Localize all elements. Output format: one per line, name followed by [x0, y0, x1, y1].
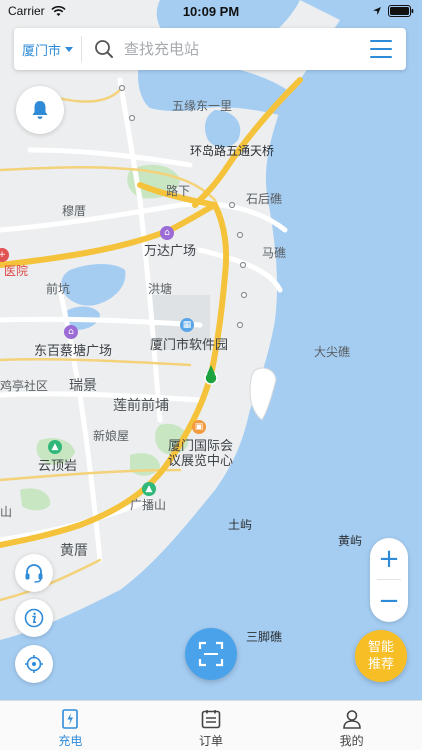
zoom-control: + −	[370, 538, 408, 622]
search-input[interactable]	[124, 40, 355, 58]
map-label-wanda: 万达广场	[144, 244, 197, 259]
tab-profile[interactable]: 我的	[281, 701, 422, 750]
headset-icon	[25, 564, 43, 583]
charging-icon	[62, 709, 79, 729]
wifi-icon	[51, 5, 66, 16]
map-label-shan: 山	[0, 505, 13, 519]
bell-icon	[32, 101, 48, 119]
location-arrow-icon	[373, 7, 381, 15]
map-label-tingshe: 鸡亭社区	[0, 379, 49, 393]
map-label-convention-2: 议展览中心	[168, 454, 234, 469]
carrier-label: Carrier	[8, 4, 45, 18]
map-label-bridge: 环岛路五通天桥	[190, 144, 275, 158]
search-bar: 厦门市	[14, 28, 406, 70]
customer-service-button[interactable]	[15, 554, 53, 592]
battery-icon	[388, 5, 414, 17]
crosshair-icon	[25, 655, 43, 673]
search-icon	[95, 40, 114, 58]
tab-charging[interactable]: 充电	[0, 701, 141, 750]
notification-button[interactable]	[16, 86, 64, 134]
zoom-out-button[interactable]: −	[370, 580, 408, 621]
map-label-qiankeng: 前坑	[46, 282, 71, 296]
map-label-luxia: 路下	[166, 184, 191, 198]
map-label-xinniangwu: 新娘屋	[93, 429, 130, 443]
city-selector[interactable]: 厦门市	[14, 36, 83, 62]
map-label-huangcuo: 黄厝	[60, 543, 88, 559]
map-label-tuyu: 土屿	[228, 518, 253, 532]
map-label-huangyu: 黄屿	[338, 534, 363, 548]
caret-down-icon	[65, 46, 74, 52]
map-label-software: 厦门市软件园	[150, 338, 229, 353]
tab-label: 我的	[339, 734, 364, 748]
status-bar: Carrier 10:09 PM	[0, 0, 422, 22]
scan-button[interactable]	[185, 628, 237, 680]
tab-bar: 充电 订单 我的	[0, 700, 422, 750]
smart-label-line1: 智能	[367, 640, 394, 655]
scan-icon	[198, 641, 224, 667]
mall-icon: ⌂	[64, 325, 78, 339]
info-button[interactable]	[15, 599, 53, 637]
building-icon: ▦	[180, 318, 194, 332]
map-label-mucuo: 穆厝	[62, 204, 87, 218]
smart-label-line2: 推荐	[367, 657, 394, 672]
locate-me-button[interactable]	[15, 645, 53, 683]
map-label-hospital: 医院	[4, 264, 29, 278]
tab-label: 订单	[199, 734, 224, 748]
map-label-lianqian: 莲前前埔	[113, 398, 169, 414]
map-label-wuyuan: 五缘东一里	[172, 99, 233, 113]
smart-recommend-button[interactable]: 智能 推荐	[355, 630, 407, 682]
map-label-shihou: 石后礁	[246, 192, 283, 206]
convention-icon: ▣	[192, 420, 206, 434]
zoom-in-button[interactable]: +	[370, 538, 408, 579]
map-label-yunding: 云顶岩	[38, 459, 78, 474]
profile-icon	[342, 710, 361, 729]
tab-orders[interactable]: 订单	[141, 701, 282, 750]
info-icon	[24, 608, 44, 628]
map-label-ruijing: 瑞景	[69, 378, 97, 394]
map-label-guangbo: 广播山	[130, 498, 167, 512]
map-label-maiao: 马礁	[262, 246, 287, 260]
mountain-icon: ▲	[48, 440, 62, 454]
menu-icon[interactable]	[370, 40, 392, 58]
tab-label: 充电	[58, 734, 83, 748]
mall-icon: ⌂	[160, 226, 174, 240]
orders-icon	[201, 710, 221, 729]
mountain-icon: ▲	[142, 482, 156, 496]
map-label-dajianjiao: 大尖礁	[314, 345, 351, 359]
map-label-dongbai: 东百蔡塘广场	[34, 344, 113, 359]
city-label: 厦门市	[22, 43, 62, 59]
map-label-sanjiaojiao: 三脚礁	[246, 630, 283, 644]
map-label-hongtang: 洪塘	[148, 282, 173, 296]
